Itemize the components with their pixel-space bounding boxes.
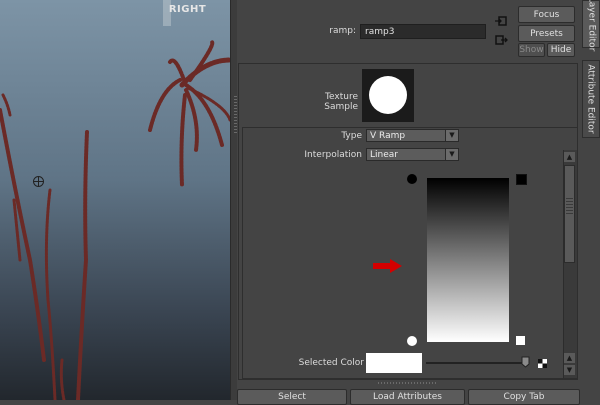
scroll-down-icon[interactable]: ▼ — [564, 365, 575, 375]
resize-grip[interactable] — [378, 382, 436, 384]
texture-sample-label: Texture Sample — [324, 92, 358, 112]
tab-attribute-editor[interactable]: Attribute Editor — [582, 60, 600, 138]
node-name-label: ramp: — [329, 26, 356, 36]
scroll-up-icon[interactable]: ▲ — [564, 353, 575, 363]
ramp-delete-handle-top[interactable] — [516, 174, 527, 185]
panel-splitter[interactable] — [230, 0, 237, 400]
scroll-up-icon[interactable]: ▲ — [564, 152, 575, 162]
chevron-down-icon: ▼ — [445, 130, 458, 141]
type-dropdown[interactable]: V Ramp ▼ — [366, 129, 459, 142]
select-button[interactable]: Select — [237, 389, 347, 405]
interpolation-dropdown[interactable]: Linear ▼ — [366, 148, 459, 161]
annotation-arrow-icon — [372, 258, 404, 274]
chevron-down-icon: ▼ — [445, 149, 458, 160]
copy-tab-button[interactable]: Copy Tab — [468, 389, 580, 405]
color-slider-track[interactable] — [426, 362, 522, 364]
selected-color-label: Selected Color — [298, 358, 364, 368]
input-connections-icon[interactable] — [494, 14, 508, 28]
tab-layer-editor[interactable]: Layer Editor — [582, 0, 600, 52]
node-name-field[interactable]: ramp3 — [360, 24, 486, 39]
tab-attribute-editor-label: Attribute Editor — [586, 64, 596, 134]
map-texture-icon[interactable] — [538, 359, 547, 368]
type-label: Type — [341, 131, 362, 141]
panel-grip[interactable] — [234, 96, 237, 134]
ramp-gradient[interactable] — [427, 178, 509, 342]
interpolation-label: Interpolation — [304, 150, 362, 160]
crosshair-icon — [33, 176, 44, 187]
slider-handle-icon[interactable] — [521, 356, 530, 368]
type-value: V Ramp — [370, 131, 406, 141]
ramp-delete-handle-bottom[interactable] — [516, 336, 525, 345]
scroll-grip — [566, 198, 573, 216]
ramp-position-handle-bottom[interactable] — [407, 336, 417, 346]
output-connections-icon[interactable] — [494, 33, 508, 47]
selected-color-swatch[interactable] — [366, 353, 422, 373]
texture-sample-swatch[interactable] — [362, 69, 414, 122]
hide-button[interactable]: Hide — [547, 43, 575, 57]
texture-preview-circle — [369, 76, 407, 114]
show-button[interactable]: Show — [518, 43, 545, 57]
ramp-position-handle-top[interactable] — [407, 174, 417, 184]
camera-view-label[interactable]: RIGHT — [165, 0, 210, 18]
interpolation-value: Linear — [370, 150, 398, 160]
presets-button[interactable]: Presets — [518, 25, 575, 42]
load-attributes-button[interactable]: Load Attributes — [350, 389, 465, 405]
focus-button[interactable]: Focus — [518, 6, 575, 23]
viewport-panel[interactable]: RIGHT — [0, 0, 230, 400]
particle-curves — [0, 40, 230, 400]
tab-layer-editor-label: Layer Editor — [586, 0, 596, 52]
